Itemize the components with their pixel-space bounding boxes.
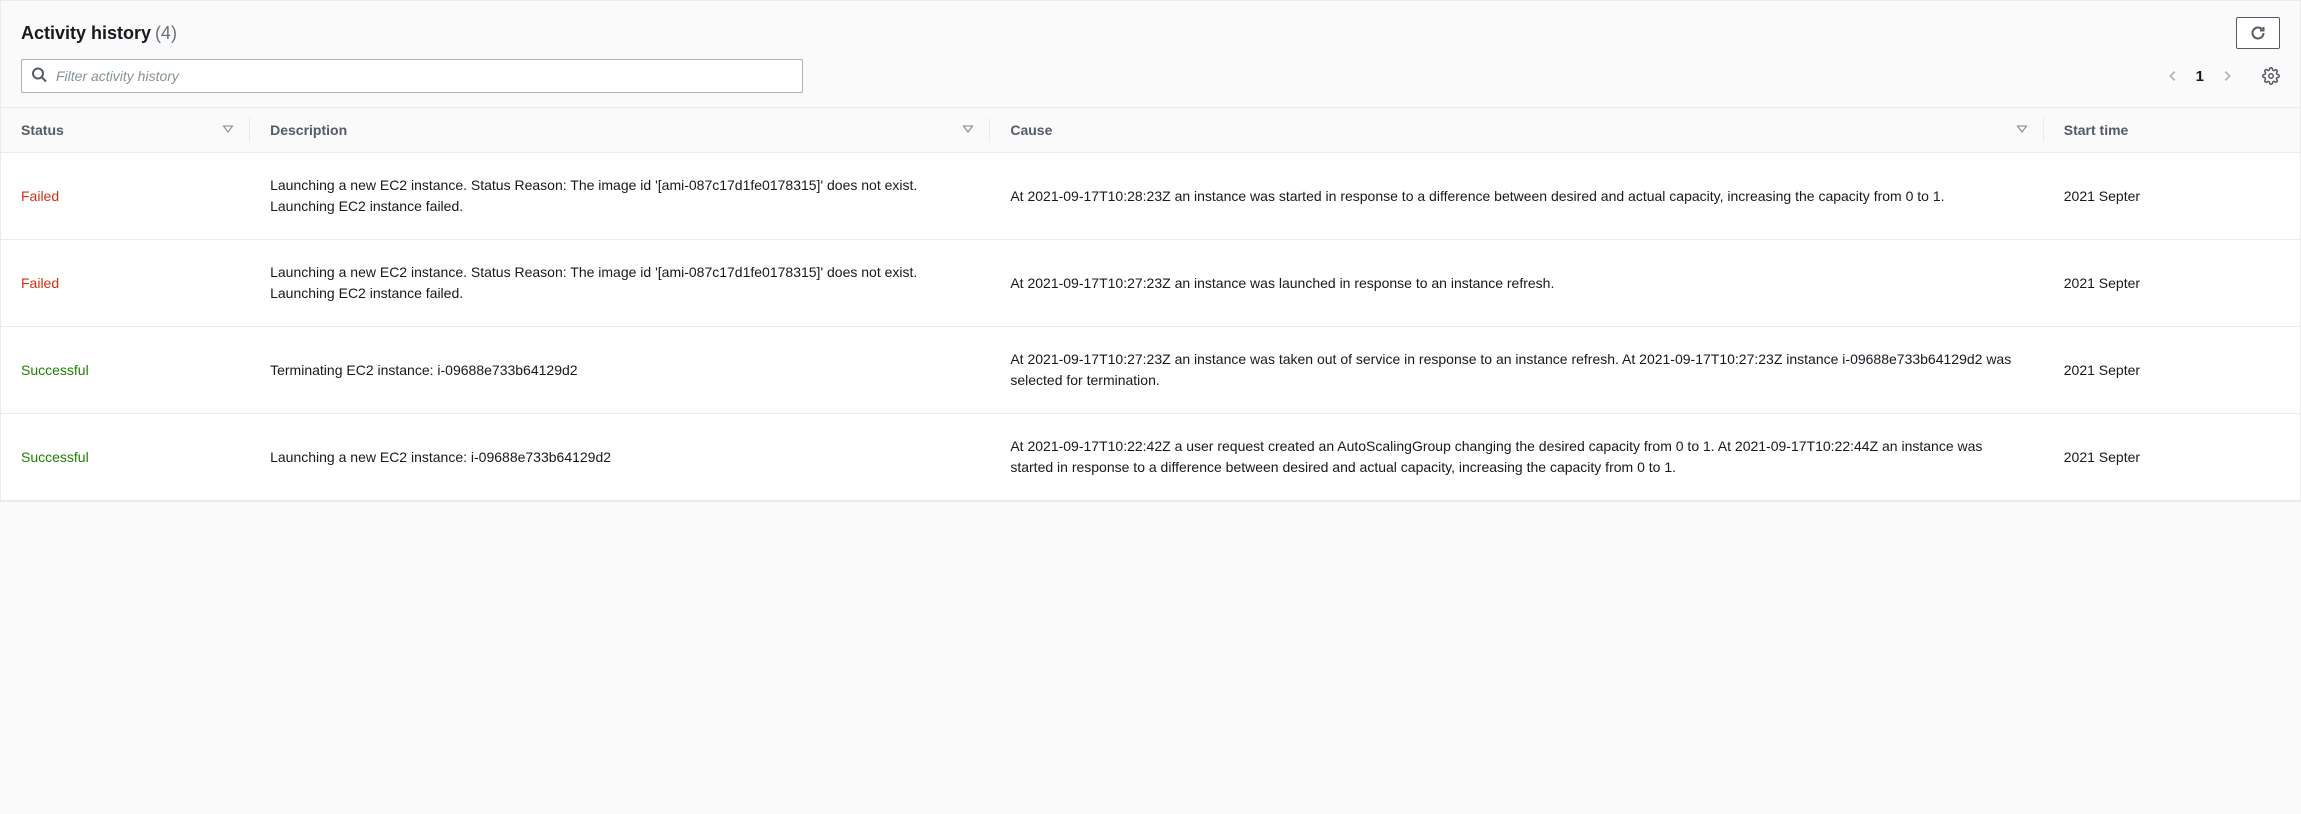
- chevron-right-icon: [2220, 69, 2234, 83]
- activity-table: Status Description Cause: [1, 108, 2300, 501]
- table-row: FailedLaunching a new EC2 instance. Stat…: [1, 240, 2300, 327]
- gear-icon: [2262, 67, 2280, 85]
- panel-count: (4): [155, 23, 177, 43]
- start-time-cell: 2021 Septer: [2044, 414, 2300, 501]
- cause-cell: At 2021-09-17T10:27:23Z an instance was …: [990, 327, 2043, 414]
- panel-header: Activity history (4): [1, 1, 2300, 59]
- description-cell: Terminating EC2 instance: i-09688e733b64…: [250, 327, 990, 414]
- panel-title: Activity history: [21, 23, 151, 43]
- col-status[interactable]: Status: [1, 108, 250, 153]
- prev-page-button[interactable]: [2166, 69, 2180, 83]
- filter-input[interactable]: [21, 59, 803, 93]
- col-cause-label: Cause: [1010, 122, 1052, 138]
- chevron-left-icon: [2166, 69, 2180, 83]
- status-cell: Successful: [1, 414, 250, 501]
- panel-title-wrap: Activity history (4): [21, 23, 177, 44]
- filter-icon: [2016, 122, 2028, 138]
- start-time-cell: 2021 Septer: [2044, 327, 2300, 414]
- cause-cell: At 2021-09-17T10:27:23Z an instance was …: [990, 240, 2043, 327]
- table-scroll[interactable]: Status Description Cause: [1, 107, 2300, 501]
- col-description[interactable]: Description: [250, 108, 990, 153]
- description-cell: Launching a new EC2 instance. Status Rea…: [250, 240, 990, 327]
- settings-button[interactable]: [2262, 67, 2280, 85]
- col-cause[interactable]: Cause: [990, 108, 2043, 153]
- next-page-button[interactable]: [2220, 69, 2234, 83]
- search-icon: [31, 67, 47, 86]
- description-cell: Launching a new EC2 instance. Status Rea…: [250, 153, 990, 240]
- col-description-label: Description: [270, 122, 347, 138]
- col-status-label: Status: [21, 122, 64, 138]
- table-header-row: Status Description Cause: [1, 108, 2300, 153]
- page-number: 1: [2196, 68, 2204, 85]
- activity-history-panel: Activity history (4) 1: [0, 0, 2301, 502]
- start-time-cell: 2021 Septer: [2044, 240, 2300, 327]
- table-row: SuccessfulTerminating EC2 instance: i-09…: [1, 327, 2300, 414]
- table-row: FailedLaunching a new EC2 instance. Stat…: [1, 153, 2300, 240]
- pagination: 1: [2166, 67, 2280, 85]
- refresh-button[interactable]: [2236, 17, 2280, 49]
- status-cell: Failed: [1, 240, 250, 327]
- search-wrap: [21, 59, 803, 93]
- col-start-time-label: Start time: [2064, 122, 2129, 138]
- description-cell: Launching a new EC2 instance: i-09688e73…: [250, 414, 990, 501]
- cause-cell: At 2021-09-17T10:28:23Z an instance was …: [990, 153, 2043, 240]
- filter-icon: [222, 122, 234, 138]
- col-start-time[interactable]: Start time: [2044, 108, 2300, 153]
- status-cell: Successful: [1, 327, 250, 414]
- table-row: SuccessfulLaunching a new EC2 instance: …: [1, 414, 2300, 501]
- status-cell: Failed: [1, 153, 250, 240]
- filter-icon: [962, 122, 974, 138]
- cause-cell: At 2021-09-17T10:22:42Z a user request c…: [990, 414, 2043, 501]
- refresh-icon: [2250, 25, 2266, 41]
- start-time-cell: 2021 Septer: [2044, 153, 2300, 240]
- toolbar: 1: [1, 59, 2300, 107]
